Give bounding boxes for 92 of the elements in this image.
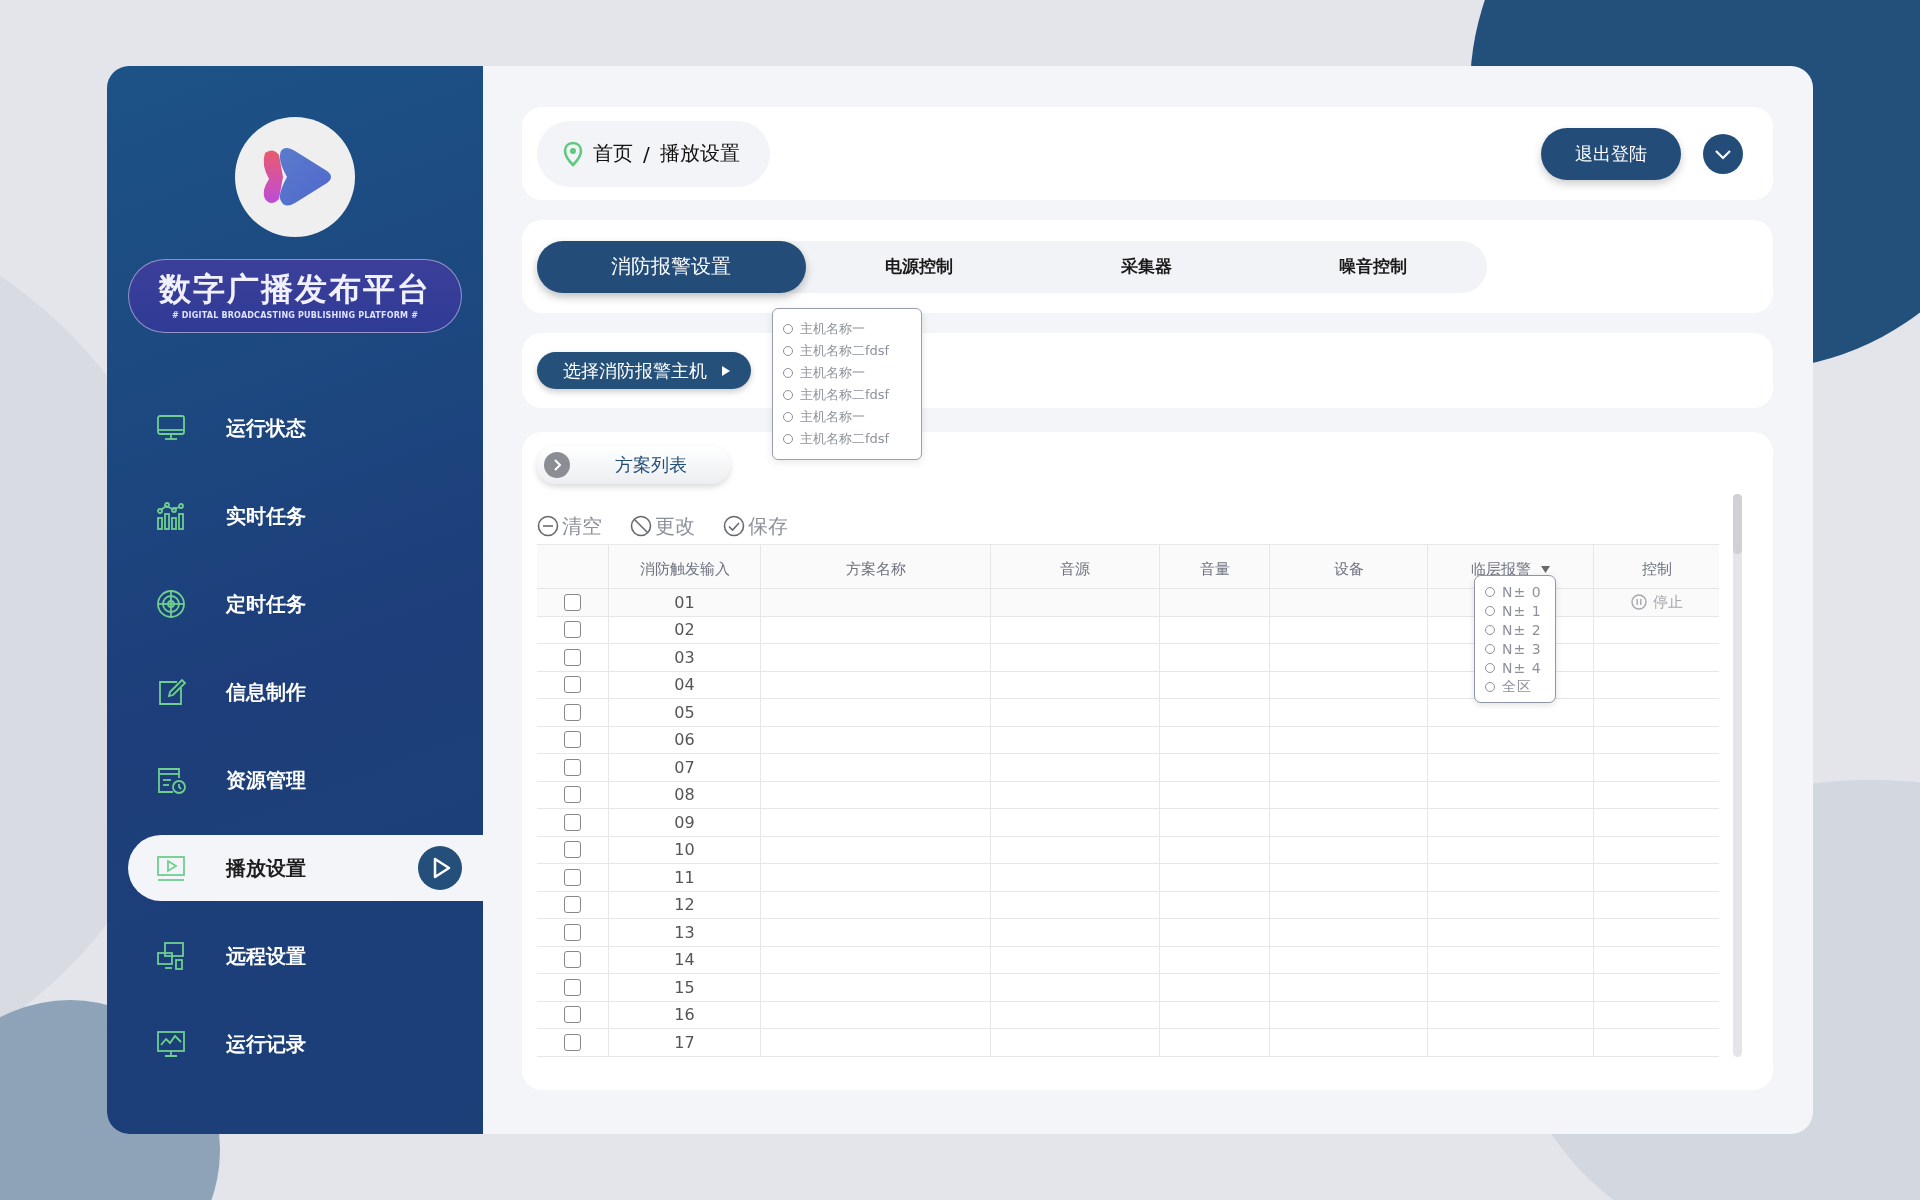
radio-option[interactable]: N± 1 [1485, 601, 1555, 620]
checkbox[interactable] [564, 621, 581, 639]
column-header: 音源 [1060, 560, 1090, 579]
tab[interactable]: 电源控制 [805, 240, 1033, 293]
logout-button[interactable]: 退出登陆 [1541, 127, 1681, 180]
radio-option[interactable]: N± 0 [1485, 582, 1555, 601]
table-cell: 04 [674, 675, 695, 695]
sidebar-item[interactable]: 实时任务 [107, 472, 483, 560]
table-cell: 05 [674, 702, 695, 722]
tab[interactable]: 采集器 [1032, 240, 1260, 293]
app-subtitle: # DIGITAL BROADCASTING PUBLISHING PLATFORM # [171, 310, 419, 320]
column-header: 设备 [1333, 560, 1364, 579]
radio-option[interactable]: 主机名称一 [783, 318, 921, 340]
location-pin-icon [563, 140, 583, 167]
radio-option[interactable]: 主机名称二fdsf [783, 428, 921, 450]
radio-option[interactable]: 全区 [1485, 677, 1555, 696]
checkbox[interactable] [564, 676, 581, 694]
checkbox[interactable] [564, 648, 581, 666]
stop-button[interactable]: 停止 [1630, 592, 1683, 612]
checkbox[interactable] [564, 1006, 581, 1024]
breadcrumb-current: 播放设置 [659, 140, 740, 167]
sidebar-item[interactable]: 资源管理 [107, 736, 483, 824]
breadcrumb-separator: / [643, 141, 650, 166]
checkbox[interactable] [564, 951, 581, 969]
sidebar-item[interactable]: 远程设置 [107, 912, 483, 1000]
checkbox[interactable] [564, 758, 581, 776]
table-cell: 09 [674, 812, 695, 832]
radio-option[interactable]: N± 4 [1485, 658, 1555, 677]
radio-option[interactable]: 主机名称二fdsf [783, 384, 921, 406]
checkbox[interactable] [564, 841, 581, 859]
breadcrumb-link[interactable]: 首页 [593, 140, 633, 167]
minus-circle-icon [537, 515, 559, 537]
prohibited-icon [630, 515, 652, 537]
table-cell: 15 [674, 977, 695, 997]
table-cell: 14 [674, 950, 695, 970]
table-cell: 03 [674, 647, 695, 667]
check-circle-icon [723, 515, 745, 537]
checkbox[interactable] [564, 786, 581, 804]
computers-icon [155, 940, 187, 972]
column-header: 消防触发输入 [639, 560, 730, 579]
column-header: 方案名称 [845, 560, 906, 579]
checkbox[interactable] [564, 896, 581, 914]
tab[interactable]: 消防报警设置 [537, 240, 806, 293]
column-header: 控制 [1641, 560, 1672, 579]
radio-option[interactable]: 主机名称一 [783, 406, 921, 428]
section-title: 方案列表 [615, 453, 687, 477]
play-icon [418, 846, 462, 890]
sidebar-item[interactable]: 信息制作 [107, 648, 483, 736]
table-cell: 01 [674, 592, 695, 612]
column-header: 音量 [1199, 560, 1230, 579]
pause-icon [1630, 594, 1647, 611]
chart-icon [155, 500, 187, 532]
scrollbar[interactable] [1733, 494, 1742, 1057]
table-cell: 13 [674, 922, 695, 942]
table-cell: 02 [674, 620, 695, 640]
checkbox[interactable] [564, 703, 581, 721]
target-icon [155, 588, 187, 620]
chart-screen-icon [155, 1028, 187, 1060]
checkbox[interactable] [564, 593, 581, 611]
radio-option[interactable]: 主机名称一 [783, 362, 921, 384]
toolbar-button[interactable]: 更改 [630, 512, 695, 540]
toolbar-button[interactable]: 保存 [723, 512, 788, 540]
radio-option[interactable]: N± 3 [1485, 639, 1555, 658]
select-host-button[interactable]: 选择消防报警主机 [537, 352, 751, 389]
checkbox[interactable] [564, 868, 581, 886]
sidebar-item[interactable]: 播放设置 [128, 835, 483, 901]
table-cell: 10 [674, 840, 695, 860]
toolbar-button[interactable]: 清空 [537, 512, 602, 540]
table-cell: 08 [674, 785, 695, 805]
sidebar-item[interactable]: 运行记录 [107, 1000, 483, 1088]
table-cell: 12 [674, 895, 695, 915]
sidebar-item[interactable]: 定时任务 [107, 560, 483, 648]
table-cell: 11 [674, 867, 695, 887]
checkbox[interactable] [564, 1033, 581, 1051]
triangle-right-icon [721, 365, 731, 376]
sidebar-item[interactable]: 运行状态 [107, 384, 483, 472]
chevron-down-icon[interactable] [1703, 133, 1743, 174]
table-cell: 06 [674, 730, 695, 750]
chevron-right-icon [543, 451, 571, 479]
radio-option[interactable]: N± 2 [1485, 620, 1555, 639]
tab[interactable]: 噪音控制 [1259, 240, 1487, 293]
checkbox[interactable] [564, 923, 581, 941]
table-cell: 07 [674, 757, 695, 777]
checkbox[interactable] [564, 978, 581, 996]
table-cell: 16 [674, 1005, 695, 1025]
app-title: 数字广播发布平台 [159, 272, 431, 308]
radio-option[interactable]: 主机名称二fdsf [783, 340, 921, 362]
column-header: 临层报警 [1471, 560, 1531, 579]
checkbox[interactable] [564, 731, 581, 749]
checkbox[interactable] [564, 813, 581, 831]
table-cell: 17 [674, 1032, 695, 1052]
dropdown-arrow-icon[interactable] [1541, 566, 1550, 573]
